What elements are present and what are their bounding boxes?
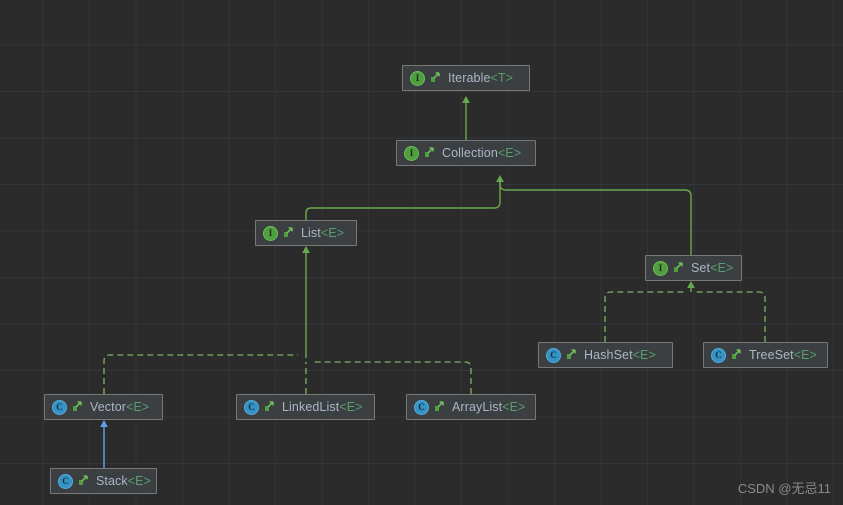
edge-treeset-to-set	[696, 291, 766, 342]
edge-set-to-collection	[499, 179, 692, 255]
class-icon: C	[52, 399, 67, 415]
node-label: List<E>	[301, 226, 345, 240]
node-generic: <T>	[490, 71, 514, 85]
public-icon	[423, 147, 435, 159]
public-icon	[565, 349, 577, 361]
edge-list-to-collection	[305, 175, 504, 220]
public-icon	[71, 401, 83, 413]
node-treeset[interactable]: C TreeSet<E>	[703, 342, 828, 368]
public-icon	[263, 401, 275, 413]
class-icon: C	[711, 347, 726, 363]
node-hashset[interactable]: C HashSet<E>	[538, 342, 673, 368]
node-collection[interactable]: I Collection<E>	[396, 140, 536, 166]
interface-icon: I	[263, 225, 278, 241]
class-icon: C	[58, 473, 73, 489]
public-icon	[433, 401, 445, 413]
public-icon	[730, 349, 742, 361]
node-generic: <E>	[320, 226, 345, 240]
node-label: Collection<E>	[442, 146, 522, 160]
node-label: Vector<E>	[90, 400, 150, 414]
watermark: CSDN @无忌11	[737, 481, 831, 496]
public-icon	[77, 475, 89, 487]
class-icon: C	[414, 399, 429, 415]
interface-icon: I	[404, 145, 419, 161]
diagram-canvas[interactable]: I Iterable<T> I Collection<E> I List<E> …	[0, 0, 843, 505]
node-label: ArrayList<E>	[452, 400, 526, 414]
node-label: TreeSet<E>	[749, 348, 817, 362]
public-icon	[282, 227, 294, 239]
public-icon	[672, 262, 684, 274]
node-label: Iterable<T>	[448, 71, 514, 85]
node-stack[interactable]: C Stack<E>	[50, 468, 157, 494]
node-generic: <E>	[502, 400, 526, 414]
edge-arraylist-to-list	[313, 361, 472, 394]
node-set[interactable]: I Set<E>	[645, 255, 742, 281]
node-generic: <E>	[710, 261, 734, 275]
node-generic: <E>	[793, 348, 817, 362]
node-list[interactable]: I List<E>	[255, 220, 357, 246]
node-generic: <E>	[497, 146, 522, 160]
class-icon: C	[546, 347, 561, 363]
node-arraylist[interactable]: C ArrayList<E>	[406, 394, 536, 420]
interface-icon: I	[410, 70, 425, 86]
node-iterable[interactable]: I Iterable<T>	[402, 65, 530, 91]
node-generic: <E>	[127, 474, 152, 488]
node-label: LinkedList<E>	[282, 400, 363, 414]
node-linkedlist[interactable]: C LinkedList<E>	[236, 394, 375, 420]
node-label: HashSet<E>	[584, 348, 656, 362]
edge-hashset-to-set	[604, 291, 686, 342]
node-generic: <E>	[339, 400, 363, 414]
interface-icon: I	[653, 260, 668, 276]
node-label: Stack<E>	[96, 474, 152, 488]
edge-vector-to-list	[103, 354, 298, 394]
public-icon	[429, 72, 441, 84]
node-label: Set<E>	[691, 261, 734, 275]
node-generic: <E>	[632, 348, 656, 362]
node-generic: <E>	[126, 400, 150, 414]
class-icon: C	[244, 399, 259, 415]
node-vector[interactable]: C Vector<E>	[44, 394, 163, 420]
